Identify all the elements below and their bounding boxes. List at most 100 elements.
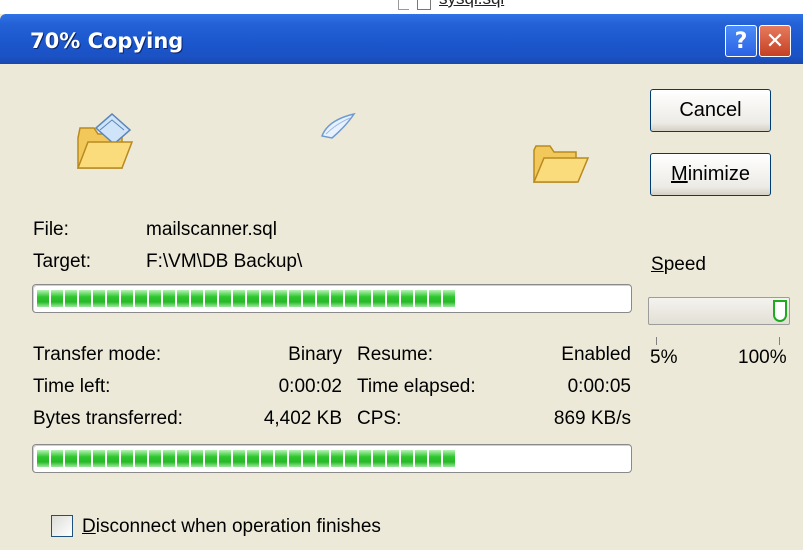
- progress-segment: [289, 290, 301, 307]
- progress-segment: [135, 290, 147, 307]
- progress-segment: [443, 290, 455, 307]
- progress-segment: [401, 450, 413, 467]
- speed-slider-thumb[interactable]: [773, 300, 787, 322]
- total-progress-bar: [32, 444, 632, 473]
- speed-label: Speed: [651, 254, 706, 276]
- file-icon: [417, 0, 431, 10]
- target-path: F:\VM\DB Backup\: [146, 251, 303, 272]
- speed-min-label: 5%: [650, 347, 678, 368]
- speed-label-rest: peed: [663, 254, 706, 275]
- progress-segment: [219, 450, 231, 467]
- progress-segment: [107, 450, 119, 467]
- background-file-name: sysql.sql: [439, 0, 504, 9]
- progress-segment: [359, 450, 371, 467]
- progress-segment: [121, 450, 133, 467]
- time-left-label: Time left:: [33, 376, 111, 397]
- dialog-body: Cancel Minimize File: mailscanner.sql Ta…: [0, 64, 803, 550]
- background-file-item: sysql.sql: [398, 0, 504, 10]
- background-file-list: sysql.sql: [0, 0, 803, 14]
- progress-segment: [373, 450, 385, 467]
- file-label: File:: [33, 219, 69, 240]
- progress-segment: [135, 450, 147, 467]
- progress-segment: [303, 290, 315, 307]
- minimize-mnemonic: M: [671, 163, 688, 185]
- progress-segment: [107, 290, 119, 307]
- minimize-button[interactable]: Minimize: [650, 153, 771, 196]
- progress-segment: [51, 450, 63, 467]
- open-folder-target-icon: [532, 145, 590, 183]
- time-left-value: 0:00:02: [278, 376, 342, 397]
- progress-segment: [345, 290, 357, 307]
- progress-segment: [37, 450, 49, 467]
- progress-segment: [331, 450, 343, 467]
- transfer-mode-value: Binary: [288, 344, 342, 365]
- cps-label: CPS:: [357, 408, 402, 429]
- progress-segment: [65, 450, 77, 467]
- progress-segment: [121, 290, 133, 307]
- speed-slider[interactable]: [648, 297, 790, 325]
- progress-segment: [247, 290, 259, 307]
- speed-tick-min: [656, 337, 657, 345]
- progress-segment: [205, 290, 217, 307]
- progress-segment: [233, 450, 245, 467]
- progress-segment: [177, 450, 189, 467]
- progress-segment: [149, 450, 161, 467]
- progress-segment: [65, 290, 77, 307]
- progress-segment: [177, 290, 189, 307]
- time-elapsed-value: 0:00:05: [567, 376, 631, 397]
- progress-segment: [79, 450, 91, 467]
- progress-segment: [387, 450, 399, 467]
- bytes-transferred-value: 4,402 KB: [263, 408, 342, 429]
- transfer-mode-label: Transfer mode:: [33, 344, 162, 365]
- target-label: Target:: [33, 251, 92, 272]
- disconnect-label-rest: isconnect when operation finishes: [95, 516, 381, 537]
- speed-tick-max: [779, 337, 780, 345]
- progress-segment: [37, 290, 49, 307]
- disconnect-checkbox[interactable]: [51, 515, 73, 537]
- progress-segment: [261, 450, 273, 467]
- progress-segment: [51, 290, 63, 307]
- progress-segment: [331, 290, 343, 307]
- cancel-button[interactable]: Cancel: [650, 89, 771, 132]
- progress-segment: [93, 290, 105, 307]
- progress-segment: [303, 450, 315, 467]
- minimize-label: inimize: [687, 163, 750, 185]
- progress-segment: [373, 290, 385, 307]
- file-name: mailscanner.sql: [146, 219, 277, 240]
- progress-segment: [79, 290, 91, 307]
- progress-segment: [163, 450, 175, 467]
- cps-value: 869 KB/s: [553, 408, 631, 429]
- progress-segment: [317, 450, 329, 467]
- close-button[interactable]: ✕: [759, 25, 791, 57]
- progress-segment: [275, 450, 287, 467]
- progress-segment: [247, 450, 259, 467]
- progress-segment: [205, 450, 217, 467]
- progress-segment: [93, 450, 105, 467]
- progress-segment: [345, 450, 357, 467]
- progress-segment: [429, 450, 441, 467]
- progress-segment: [191, 450, 203, 467]
- bytes-transferred-label: Bytes transferred:: [33, 408, 183, 429]
- progress-segment: [387, 290, 399, 307]
- window-title: 70% Copying: [30, 29, 184, 53]
- progress-segment: [317, 290, 329, 307]
- resume-label: Resume:: [357, 344, 434, 365]
- cancel-button-label: Cancel: [679, 99, 742, 121]
- flying-paper-icon: [320, 112, 356, 139]
- speed-mnemonic: S: [651, 254, 664, 275]
- copy-progress-dialog: 70% Copying ? ✕ Cancel Minimize File: ma…: [0, 14, 803, 550]
- progress-segment: [219, 290, 231, 307]
- title-bar[interactable]: 70% Copying ? ✕: [0, 14, 803, 64]
- progress-segment: [401, 290, 413, 307]
- progress-segment: [359, 290, 371, 307]
- total-progress-fill: [37, 450, 455, 467]
- progress-segment: [275, 290, 287, 307]
- disconnect-mnemonic: D: [82, 516, 96, 537]
- progress-segment: [191, 290, 203, 307]
- help-button[interactable]: ?: [725, 25, 757, 57]
- tree-line: [398, 0, 409, 10]
- progress-segment: [429, 290, 441, 307]
- disconnect-label[interactable]: Disconnect when operation finishes: [82, 516, 381, 538]
- file-progress-fill: [37, 290, 455, 307]
- progress-segment: [289, 450, 301, 467]
